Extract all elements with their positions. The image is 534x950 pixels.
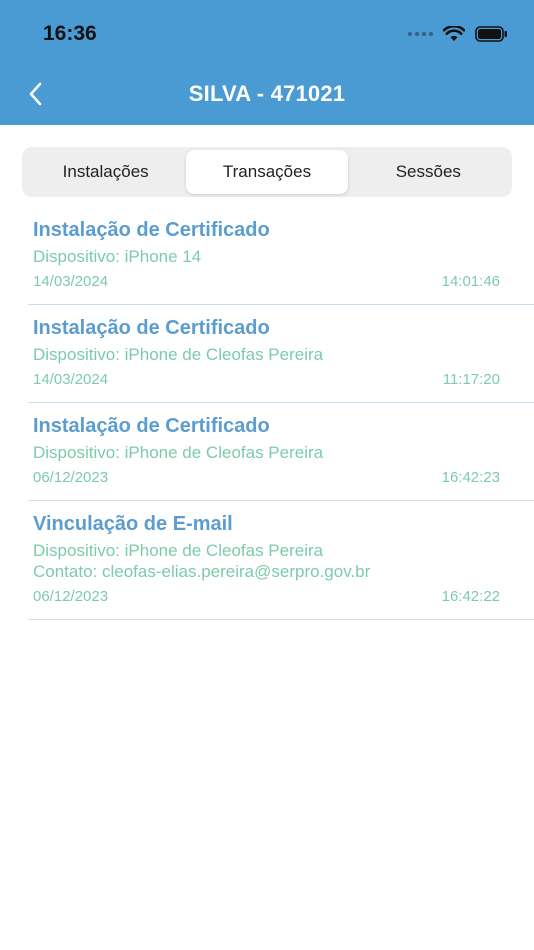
tab-transacoes[interactable]: Transações bbox=[186, 150, 348, 194]
item-time: 16:42:22 bbox=[441, 588, 500, 605]
item-footer: 06/12/2023 16:42:23 bbox=[33, 468, 500, 488]
list-item[interactable]: Instalação de Certificado Dispositivo: i… bbox=[28, 403, 534, 501]
list-item[interactable]: Instalação de Certificado Dispositivo: i… bbox=[28, 305, 534, 403]
item-time: 14:01:46 bbox=[441, 273, 500, 290]
tab-instalacoes[interactable]: Instalações bbox=[25, 150, 186, 194]
item-date: 06/12/2023 bbox=[33, 588, 109, 605]
nav-header: 16:36 SILVA - 471021 bbox=[0, 0, 534, 125]
page-title: SILVA - 471021 bbox=[188, 81, 346, 106]
item-date: 14/03/2024 bbox=[33, 273, 109, 290]
item-footer: 14/03/2024 14:01:46 bbox=[33, 272, 500, 292]
tab-sessoes[interactable]: Sessões bbox=[348, 150, 509, 194]
item-title: Instalação de Certificado bbox=[33, 317, 270, 339]
battery-icon bbox=[475, 26, 507, 42]
item-footer: 14/03/2024 11:17:20 bbox=[33, 370, 500, 390]
item-title: Instalação de Certificado bbox=[33, 415, 270, 437]
item-device: Dispositivo: iPhone de Cleofas Pereira bbox=[33, 345, 324, 364]
item-footer: 06/12/2023 16:42:22 bbox=[33, 587, 500, 607]
status-time: 16:36 bbox=[43, 22, 97, 45]
item-title: Vinculação de E-mail bbox=[33, 513, 233, 535]
item-contact: Contato: cleofas-elias.pereira@serpro.go… bbox=[33, 562, 371, 581]
wifi-icon bbox=[443, 26, 465, 41]
list-item[interactable]: Vinculação de E-mail Dispositivo: iPhone… bbox=[28, 501, 534, 620]
item-time: 11:17:20 bbox=[442, 371, 500, 388]
signal-icon bbox=[408, 32, 433, 36]
item-device: Dispositivo: iPhone 14 bbox=[33, 247, 202, 266]
segmented-control: Instalações Transações Sessões bbox=[22, 147, 512, 197]
item-date: 06/12/2023 bbox=[33, 469, 109, 486]
item-title: Instalação de Certificado bbox=[33, 219, 270, 241]
item-date: 14/03/2024 bbox=[33, 371, 109, 388]
item-device: Dispositivo: iPhone de Cleofas Pereira bbox=[33, 541, 324, 560]
status-icons bbox=[408, 24, 508, 44]
list-item[interactable]: Instalação de Certificado Dispositivo: i… bbox=[28, 207, 534, 305]
item-time: 16:42:23 bbox=[441, 469, 500, 486]
item-device: Dispositivo: iPhone de Cleofas Pereira bbox=[33, 443, 324, 462]
transaction-list: Instalação de Certificado Dispositivo: i… bbox=[0, 207, 534, 620]
